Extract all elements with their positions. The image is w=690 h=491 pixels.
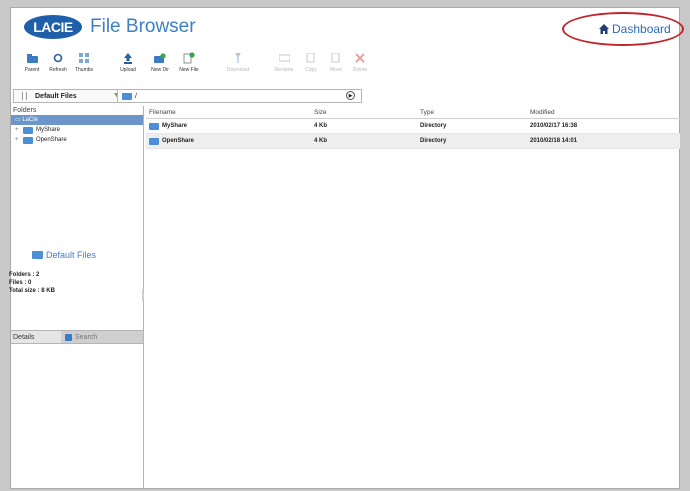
parent-folder-icon <box>26 52 38 64</box>
expand-icon[interactable]: + <box>15 135 23 145</box>
file-list: Filename Size Type Modified MyShare 4 Kb… <box>146 108 680 149</box>
move-label: Move <box>329 67 343 73</box>
filename-text: OpenShare <box>162 138 195 144</box>
tab-details[interactable]: Details <box>11 334 61 341</box>
go-button[interactable]: ▶ <box>346 91 355 100</box>
search-tab-label: Search <box>75 333 98 341</box>
folder-icon <box>32 251 43 259</box>
tree-item-openshare[interactable]: + OpenShare <box>11 135 143 145</box>
select-grip-icon <box>22 92 27 100</box>
tree-item-myshare[interactable]: + MyShare <box>11 125 143 135</box>
details-tabs: Details Search <box>11 330 143 344</box>
thumbs-label: Thumbs <box>74 67 94 73</box>
cell-size: 4 Kb <box>314 138 328 144</box>
cell-modified: 2010/02/17 16:38 <box>530 123 578 129</box>
thumbnails-icon <box>78 52 90 64</box>
stat-total-size: Total size : 8 KB <box>9 288 55 294</box>
copy-icon <box>305 52 317 64</box>
delete-label: Delete <box>352 67 368 73</box>
parent-label: Parent <box>24 67 40 73</box>
cell-modified: 2010/02/18 14:01 <box>530 138 578 144</box>
new-file-button[interactable]: New File <box>175 52 203 73</box>
left-panel: Folders ▭ LaCie + MyShare + OpenShare De… <box>11 106 144 488</box>
cell-filename: OpenShare <box>146 134 313 148</box>
stat-files: Files : 0 <box>9 280 32 286</box>
rename-label: Rename <box>274 67 294 73</box>
upload-button[interactable]: Upload <box>114 52 142 73</box>
cell-filename: MyShare <box>146 119 313 133</box>
table-row[interactable]: MyShare 4 Kb Directory 2010/02/17 16:38 <box>146 119 680 134</box>
refresh-label: Refresh <box>49 67 67 73</box>
folder-icon <box>149 137 159 145</box>
download-button[interactable]: Download <box>224 52 252 73</box>
refresh-icon <box>52 52 64 64</box>
panel-splitter-handle[interactable] <box>142 289 144 301</box>
path-folder-icon <box>122 92 132 100</box>
copy-button[interactable]: Copy <box>297 52 325 73</box>
rename-icon <box>278 52 290 64</box>
upload-label: Upload <box>120 67 136 73</box>
play-icon: ▶ <box>348 92 353 99</box>
new-dir-label: New Dir <box>151 67 169 73</box>
new-file-label: New File <box>179 67 199 73</box>
stat-folders: Folders : 2 <box>9 272 40 278</box>
delete-button[interactable]: Delete <box>346 52 374 73</box>
column-type[interactable]: Type <box>420 108 530 118</box>
column-size[interactable]: Size <box>313 108 420 118</box>
path-value: / <box>135 92 137 100</box>
tree-root-lacie[interactable]: ▭ LaCie <box>11 115 143 125</box>
download-label: Download <box>226 67 250 73</box>
download-icon <box>232 52 244 64</box>
details-stats: Folders : 2 Files : 0 Total size : 8 KB <box>9 271 55 295</box>
column-filename[interactable]: Filename <box>146 108 313 118</box>
folders-heading: Folders <box>13 107 37 114</box>
path-input[interactable]: / <box>117 89 362 103</box>
folder-icon <box>149 122 159 130</box>
delete-icon <box>354 52 366 64</box>
share-select-value: Default Files <box>35 92 77 100</box>
folder-icon <box>23 136 33 144</box>
new-folder-icon <box>154 52 166 64</box>
app-title: File Browser <box>90 16 196 37</box>
copy-label: Copy <box>305 67 317 73</box>
tree-item-label: MyShare <box>36 127 61 133</box>
upload-icon <box>122 52 134 64</box>
thumbs-button[interactable]: Thumbs <box>70 52 98 73</box>
rename-button[interactable]: Rename <box>270 52 298 73</box>
tree-item-label: OpenShare <box>36 137 67 143</box>
filename-text: MyShare <box>162 123 188 129</box>
highlight-circle <box>562 12 684 46</box>
refresh-button[interactable]: Refresh <box>44 52 72 73</box>
lacie-logo: LACIE <box>24 15 82 39</box>
search-icon <box>65 333 72 341</box>
tab-search[interactable]: Search <box>61 331 143 343</box>
parent-button[interactable]: Parent <box>18 52 46 73</box>
file-list-header: Filename Size Type Modified <box>146 108 680 119</box>
new-dir-button[interactable]: New Dir <box>146 52 174 73</box>
folder-icon <box>23 126 33 134</box>
cell-size: 4 Kb <box>314 123 328 129</box>
new-file-icon <box>183 52 195 64</box>
expand-icon[interactable]: + <box>15 125 23 135</box>
move-icon <box>330 52 342 64</box>
tree-root-label: LaCie <box>22 117 39 123</box>
cell-type: Directory <box>420 138 447 144</box>
table-row[interactable]: OpenShare 4 Kb Directory 2010/02/18 14:0… <box>146 134 680 149</box>
cell-type: Directory <box>420 123 447 129</box>
details-title: Default Files <box>32 250 96 260</box>
details-title-text: Default Files <box>46 250 97 260</box>
column-modified[interactable]: Modified <box>530 108 680 118</box>
